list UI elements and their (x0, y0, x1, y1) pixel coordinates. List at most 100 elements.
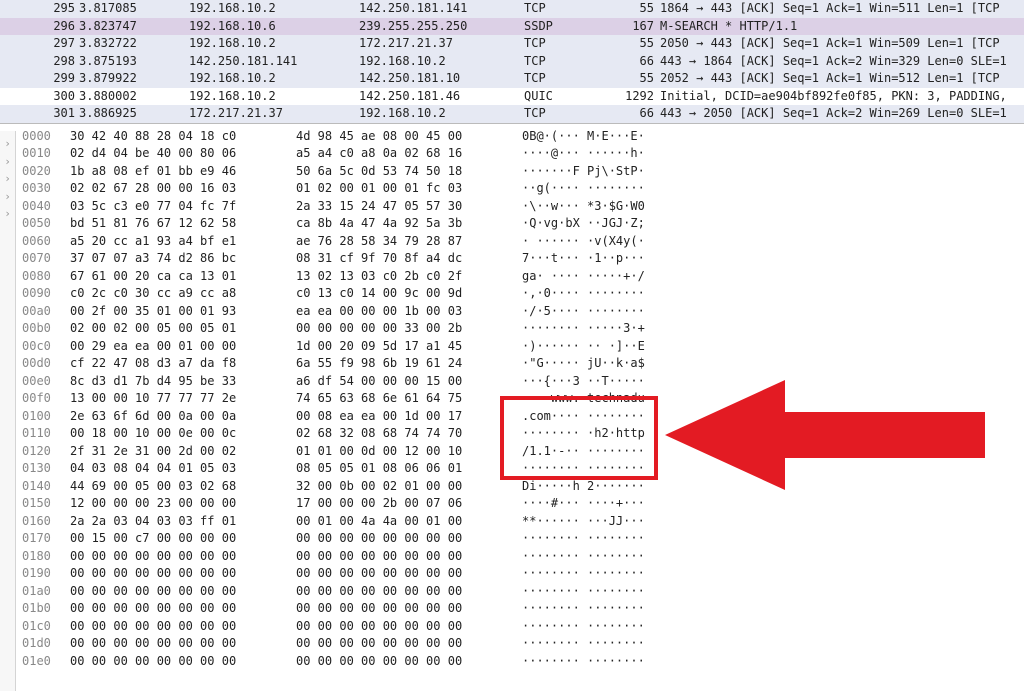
hex-offset: 0140 (4, 478, 70, 496)
packet-cell-proto: TCP (524, 35, 609, 53)
hex-bytes: 00 29 ea ea 00 01 00 00 (70, 338, 278, 356)
hex-line[interactable]: 00e08c d3 d1 7b d4 95 be 33a6 df 54 00 0… (4, 373, 1024, 391)
hex-offset: 0090 (4, 285, 70, 303)
hex-bytes: 03 5c c3 e0 77 04 fc 7f (70, 198, 278, 216)
hex-bytes: 02 02 67 28 00 00 16 03 (70, 180, 278, 198)
hex-bytes: 00 00 00 00 00 00 00 00 (296, 548, 504, 566)
hex-offset: 0130 (4, 460, 70, 478)
hex-line[interactable]: 003002 02 67 28 00 00 16 0301 02 00 01 0… (4, 180, 1024, 198)
packet-cell-proto: TCP (524, 53, 609, 71)
hex-line[interactable]: 01202f 31 2e 31 00 2d 00 0201 01 00 0d 0… (4, 443, 1024, 461)
hex-line[interactable]: 011000 18 00 10 00 0e 00 0c02 68 32 08 6… (4, 425, 1024, 443)
packet-row[interactable]: 2973.832722192.168.10.2172.217.21.37TCP5… (0, 35, 1024, 53)
hex-ascii: .com···· ········ (522, 408, 645, 426)
hex-offset: 0180 (4, 548, 70, 566)
hex-bytes: 08 31 cf 9f 70 8f a4 dc (296, 250, 504, 268)
hex-line[interactable]: 01a000 00 00 00 00 00 00 0000 00 00 00 0… (4, 583, 1024, 601)
hex-offset: 0000 (4, 128, 70, 146)
hex-line[interactable]: 00b002 00 02 00 05 00 05 0100 00 00 00 0… (4, 320, 1024, 338)
hex-bytes: 00 00 00 00 00 00 00 00 (70, 653, 278, 671)
packet-cell-time: 3.823747 (79, 18, 189, 36)
hex-line[interactable]: 018000 00 00 00 00 00 00 0000 00 00 00 0… (4, 548, 1024, 566)
hex-line[interactable]: 00d0cf 22 47 08 d3 a7 da f86a 55 f9 98 6… (4, 355, 1024, 373)
packet-cell-proto: SSDP (524, 18, 609, 36)
packet-cell-dst: 192.168.10.2 (359, 53, 524, 71)
packet-cell-time: 3.875193 (79, 53, 189, 71)
hex-bytes: cf 22 47 08 d3 a7 da f8 (70, 355, 278, 373)
hex-bytes: 00 00 00 00 00 00 00 00 (70, 618, 278, 636)
hex-offset: 0020 (4, 163, 70, 181)
hex-line[interactable]: 00201b a8 08 ef 01 bb e9 4650 6a 5c 0d 5… (4, 163, 1024, 181)
hex-line[interactable]: 01c000 00 00 00 00 00 00 0000 00 00 00 0… (4, 618, 1024, 636)
hex-bytes: 00 00 00 00 00 00 00 00 (296, 565, 504, 583)
hex-bytes: 2a 2a 03 04 03 03 ff 01 (70, 513, 278, 531)
hex-ascii: ·/·5···· ········ (522, 303, 645, 321)
hex-ascii: ·,·0···· ········ (522, 285, 645, 303)
packet-cell-proto: TCP (524, 70, 609, 88)
hex-bytes: 1b a8 08 ef 01 bb e9 46 (70, 163, 278, 181)
packet-cell-time: 3.879922 (79, 70, 189, 88)
hex-dump-pane[interactable]: 000030 42 40 88 28 04 18 c04d 98 45 ae 0… (0, 124, 1024, 671)
packet-cell-info: 2052 → 443 [ACK] Seq=1 Ack=1 Win=512 Len… (660, 70, 1024, 88)
hex-offset: 01a0 (4, 583, 70, 601)
hex-line[interactable]: 013004 03 08 04 04 01 05 0308 05 05 01 0… (4, 460, 1024, 478)
packet-row[interactable]: 2993.879922192.168.10.2142.250.181.10TCP… (0, 70, 1024, 88)
hex-offset: 0110 (4, 425, 70, 443)
hex-line[interactable]: 0090c0 2c c0 30 cc a9 cc a8c0 13 c0 14 0… (4, 285, 1024, 303)
hex-line[interactable]: 001002 d4 04 be 40 00 80 06a5 a4 c0 a8 0… (4, 145, 1024, 163)
hex-line[interactable]: 01b000 00 00 00 00 00 00 0000 00 00 00 0… (4, 600, 1024, 618)
hex-line[interactable]: 0050bd 51 81 76 67 12 62 58ca 8b 4a 47 4… (4, 215, 1024, 233)
hex-bytes: 13 00 00 10 77 77 77 2e (70, 390, 278, 408)
hex-ascii: ········ ········ (522, 565, 645, 583)
packet-cell-dst: 239.255.255.250 (359, 18, 524, 36)
packet-row[interactable]: 2953.817085192.168.10.2142.250.181.141TC… (0, 0, 1024, 18)
hex-ascii: 7···t··· ·1··p··· (522, 250, 645, 268)
hex-bytes: 00 18 00 10 00 0e 00 0c (70, 425, 278, 443)
packet-cell-time: 3.817085 (79, 0, 189, 18)
hex-bytes: 00 00 00 00 00 00 00 00 (70, 600, 278, 618)
hex-line[interactable]: 000030 42 40 88 28 04 18 c04d 98 45 ae 0… (4, 128, 1024, 146)
hex-line[interactable]: 019000 00 00 00 00 00 00 0000 00 00 00 0… (4, 565, 1024, 583)
hex-offset: 00b0 (4, 320, 70, 338)
hex-line[interactable]: 004003 5c c3 e0 77 04 fc 7f2a 33 15 24 4… (4, 198, 1024, 216)
hex-line[interactable]: 00f013 00 00 10 77 77 77 2e74 65 63 68 6… (4, 390, 1024, 408)
hex-ascii: ··g(···· ········ (522, 180, 645, 198)
hex-line[interactable]: 01002e 63 6f 6d 00 0a 00 0a00 08 ea ea 0… (4, 408, 1024, 426)
hex-line[interactable]: 0060a5 20 cc a1 93 a4 bf e1ae 76 28 58 3… (4, 233, 1024, 251)
hex-ascii: Di·····h 2······· (522, 478, 645, 496)
hex-line[interactable]: 00c000 29 ea ea 00 01 00 001d 00 20 09 5… (4, 338, 1024, 356)
hex-ascii: 0B@·(··· M·E···E· (522, 128, 645, 146)
hex-line[interactable]: 00a000 2f 00 35 01 00 01 93ea ea 00 00 0… (4, 303, 1024, 321)
hex-line[interactable]: 008067 61 00 20 ca ca 13 0113 02 13 03 c… (4, 268, 1024, 286)
hex-bytes: 17 00 00 00 2b 00 07 06 (296, 495, 504, 513)
hex-ascii: ····www. technadu (522, 390, 645, 408)
hex-bytes: 01 01 00 0d 00 12 00 10 (296, 443, 504, 461)
packet-row[interactable]: 2983.875193142.250.181.141192.168.10.2TC… (0, 53, 1024, 71)
packet-row[interactable]: 2963.823747192.168.10.6239.255.255.250SS… (0, 18, 1024, 36)
hex-offset: 01b0 (4, 600, 70, 618)
hex-bytes: 00 2f 00 35 01 00 01 93 (70, 303, 278, 321)
hex-bytes: 00 00 00 00 00 00 00 00 (296, 530, 504, 548)
hex-offset: 0100 (4, 408, 70, 426)
hex-ascii: ···{···3 ··T····· (522, 373, 645, 391)
hex-offset: 0150 (4, 495, 70, 513)
hex-line[interactable]: 01e000 00 00 00 00 00 00 0000 00 00 00 0… (4, 653, 1024, 671)
hex-line[interactable]: 01d000 00 00 00 00 00 00 0000 00 00 00 0… (4, 635, 1024, 653)
hex-line[interactable]: 015012 00 00 00 23 00 00 0017 00 00 00 2… (4, 495, 1024, 513)
packet-cell-src: 192.168.10.2 (189, 35, 359, 53)
packet-row[interactable]: 3003.880002192.168.10.2142.250.181.46QUI… (0, 88, 1024, 106)
hex-bytes: 00 00 00 00 00 00 00 00 (70, 583, 278, 601)
hex-line[interactable]: 007037 07 07 a3 74 d2 86 bc08 31 cf 9f 7… (4, 250, 1024, 268)
hex-offset: 0170 (4, 530, 70, 548)
packet-cell-len: 167 (609, 18, 660, 36)
hex-line[interactable]: 01602a 2a 03 04 03 03 ff 0100 01 00 4a 4… (4, 513, 1024, 531)
hex-line[interactable]: 014044 69 00 05 00 03 02 6832 00 0b 00 0… (4, 478, 1024, 496)
packet-row[interactable]: 3013.886925172.217.21.37192.168.10.2TCP6… (0, 105, 1024, 123)
hex-ascii: ····#··· ····+··· (522, 495, 645, 513)
packet-list[interactable]: 2953.817085192.168.10.2142.250.181.141TC… (0, 0, 1024, 124)
hex-offset: 0080 (4, 268, 70, 286)
hex-line[interactable]: 017000 15 00 c7 00 00 00 0000 00 00 00 0… (4, 530, 1024, 548)
hex-bytes: 37 07 07 a3 74 d2 86 bc (70, 250, 278, 268)
hex-bytes: 44 69 00 05 00 03 02 68 (70, 478, 278, 496)
packet-cell-no: 296 (0, 18, 79, 36)
